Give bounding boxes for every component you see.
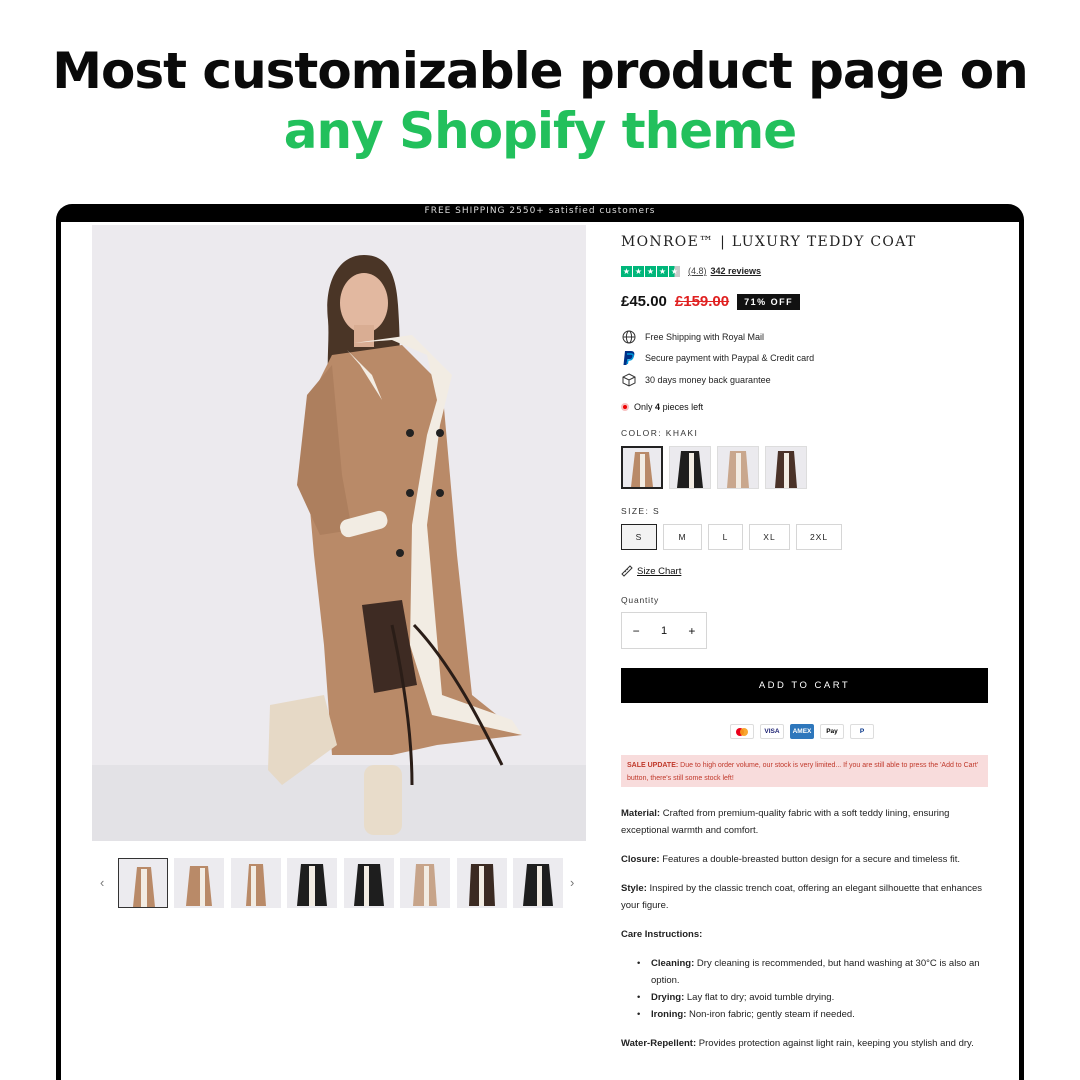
- desc-style: Style: Inspired by the classic trench co…: [621, 883, 983, 911]
- add-to-cart-button[interactable]: ADD TO CART: [621, 668, 988, 703]
- feature-payment-text: Secure payment with Paypal & Credit card: [645, 353, 815, 363]
- product-description: Material: Crafted from premium-quality f…: [621, 805, 988, 1064]
- globe-icon: [621, 329, 637, 345]
- color-swatches: [621, 446, 807, 489]
- marketing-headline: Most customizable product page on any Sh…: [0, 40, 1080, 160]
- headline-line-2: any Shopify theme: [283, 102, 797, 160]
- main-product-image[interactable]: [92, 225, 586, 841]
- thumbnail-8[interactable]: [513, 858, 563, 908]
- chevron-left-icon[interactable]: ‹: [100, 875, 104, 890]
- desc-care-heading: Care Instructions:: [621, 929, 703, 940]
- size-option-l[interactable]: L: [708, 524, 743, 550]
- rating-score[interactable]: (4.8): [688, 266, 707, 276]
- size-chart-label[interactable]: Size Chart: [637, 566, 681, 577]
- paypal-icon: [621, 350, 637, 366]
- thumbnail-1[interactable]: [118, 858, 168, 908]
- size-chart-link[interactable]: Size Chart: [621, 565, 681, 577]
- sale-price: £45.00: [621, 293, 667, 310]
- size-option-s[interactable]: S: [621, 524, 657, 550]
- product-title: MONROE™ | LUXURY TEDDY COAT: [621, 234, 917, 250]
- mastercard-icon: [730, 724, 754, 739]
- stock-count: 4: [655, 402, 661, 412]
- desc-material: Material: Crafted from premium-quality f…: [621, 808, 950, 836]
- care-item-ironing: Ironing: Non-iron fabric; gently steam i…: [635, 1006, 988, 1023]
- product-rating[interactable]: ★ ★ ★ ★ ★ (4.8) 342 reviews: [621, 265, 761, 277]
- stock-indicator: Only 4 pieces left: [621, 402, 703, 412]
- thumbnail-5[interactable]: [344, 858, 394, 908]
- amex-icon: AMEX: [790, 724, 814, 739]
- price-row: £45.00 £159.00 71% OFF: [621, 293, 801, 310]
- feature-guarantee: 30 days money back guarantee: [621, 372, 771, 388]
- desc-closure: Closure: Features a double-breasted butt…: [621, 854, 961, 865]
- compare-price: £159.00: [674, 293, 730, 310]
- thumbnail-4[interactable]: [287, 858, 337, 908]
- feature-payment: Secure payment with Paypal & Credit card: [621, 350, 814, 366]
- thumbnail-2[interactable]: [174, 858, 224, 908]
- feature-shipping: Free Shipping with Royal Mail: [621, 329, 764, 345]
- care-item-drying: Drying: Lay flat to dry; avoid tumble dr…: [635, 989, 988, 1006]
- size-option-m[interactable]: M: [663, 524, 702, 550]
- thumbnail-7[interactable]: [457, 858, 507, 908]
- desc-water: Water-Repellent: Provides protection aga…: [621, 1038, 974, 1049]
- quantity-value[interactable]: 1: [661, 625, 667, 637]
- size-label: SIZE: S: [621, 506, 661, 516]
- sale-update-banner: SALE UPDATE: Due to high order volume, o…: [621, 755, 988, 787]
- swatch-brown[interactable]: [765, 446, 807, 489]
- stock-dot-icon: [621, 403, 629, 411]
- discount-badge: 71% OFF: [737, 293, 801, 310]
- size-option-2xl[interactable]: 2XL: [796, 524, 842, 550]
- ruler-icon: [621, 565, 633, 577]
- quantity-increase-button[interactable]: +: [688, 624, 695, 638]
- quantity-stepper: − 1 +: [621, 612, 707, 649]
- star-rating-icon: ★ ★ ★ ★ ★: [621, 265, 680, 277]
- thumbnail-3[interactable]: [231, 858, 281, 908]
- feature-guarantee-text: 30 days money back guarantee: [645, 375, 771, 385]
- box-icon: [621, 372, 637, 388]
- swatch-black[interactable]: [669, 446, 711, 489]
- quantity-decrease-button[interactable]: −: [633, 624, 640, 638]
- apple-pay-icon: Pay: [820, 724, 844, 739]
- announcement-bar: FREE SHIPPING 2550+ satisfied customers: [424, 206, 656, 216]
- visa-icon: VISA: [760, 724, 784, 739]
- size-option-xl[interactable]: XL: [749, 524, 790, 550]
- quantity-label: Quantity: [621, 595, 660, 605]
- paypal-small-icon: P: [850, 724, 874, 739]
- feature-shipping-text: Free Shipping with Royal Mail: [645, 332, 765, 342]
- size-options: S M L XL 2XL: [621, 524, 842, 550]
- model-in-coat-photo: [92, 225, 586, 841]
- care-list: Cleaning: Dry cleaning is recommended, b…: [635, 955, 988, 1023]
- swatch-khaki[interactable]: [621, 446, 663, 489]
- sale-update-text: Due to high order volume, our stock is v…: [627, 762, 979, 782]
- care-item-cleaning: Cleaning: Dry cleaning is recommended, b…: [635, 955, 988, 989]
- chevron-right-icon[interactable]: ›: [570, 875, 574, 890]
- color-label: COLOR: KHAKI: [621, 428, 699, 438]
- swatch-beige[interactable]: [717, 446, 759, 489]
- headline-line-1: Most customizable product page on: [52, 42, 1028, 100]
- thumbnail-strip: ‹ ›: [92, 855, 586, 913]
- payment-icons: VISA AMEX Pay P: [730, 724, 874, 739]
- thumbnail-6[interactable]: [400, 858, 450, 908]
- sale-update-label: SALE UPDATE:: [627, 762, 679, 769]
- reviews-link[interactable]: 342 reviews: [711, 266, 762, 276]
